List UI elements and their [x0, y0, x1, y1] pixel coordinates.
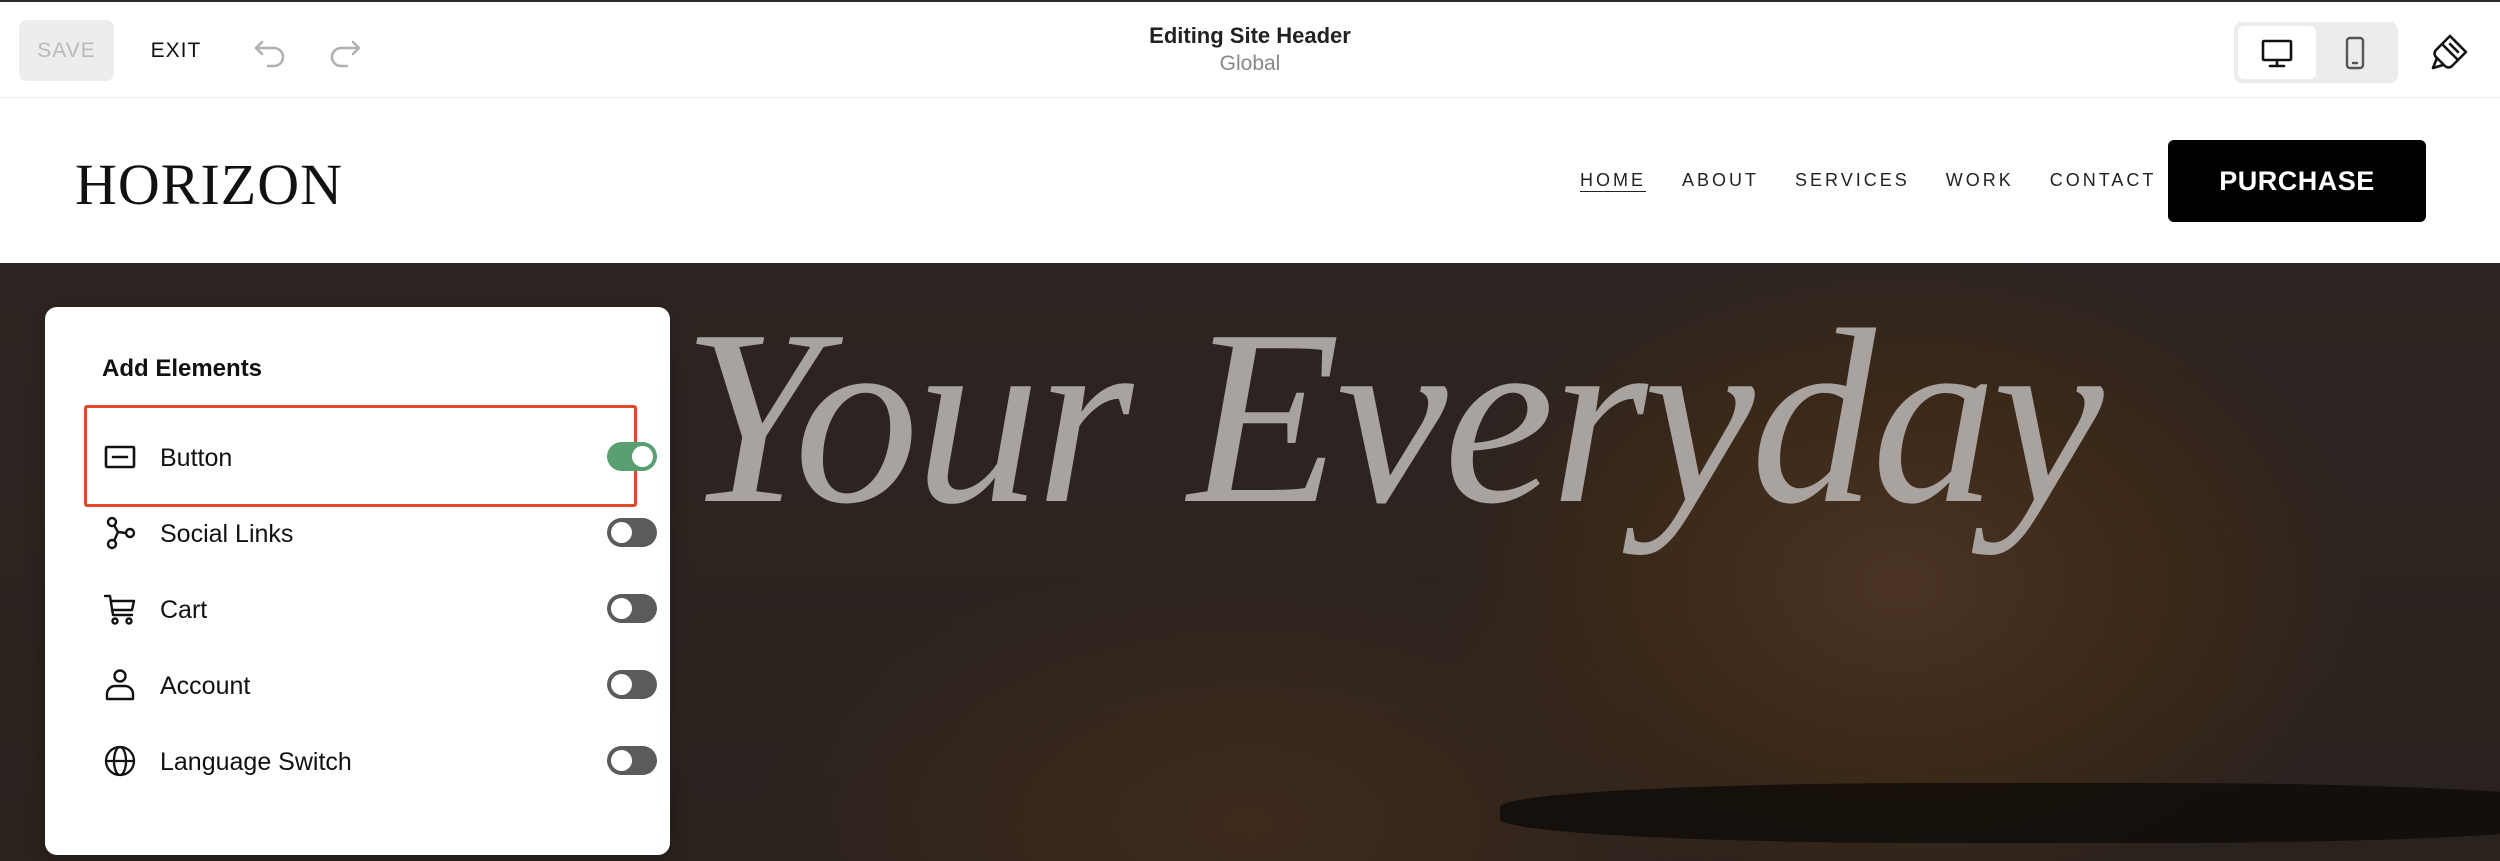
element-row-button[interactable]: Button	[102, 432, 657, 482]
element-label: Account	[160, 672, 251, 700]
person-icon	[102, 667, 138, 703]
social-links-toggle[interactable]	[607, 518, 657, 547]
device-preview-toggle	[2234, 22, 2398, 83]
element-label: Button	[160, 444, 233, 472]
button-icon	[102, 439, 138, 475]
element-row-social-links[interactable]: Social Links	[102, 508, 657, 558]
desktop-view-button[interactable]	[2238, 26, 2316, 79]
nav-link-contact[interactable]: CONTACT	[2050, 170, 2157, 191]
language-switch-toggle[interactable]	[607, 746, 657, 775]
site-header: HORIZON HOME ABOUT SERVICES WORK CONTACT…	[0, 98, 2500, 263]
element-row-cart[interactable]: Cart	[102, 584, 657, 634]
nav-link-work[interactable]: WORK	[1946, 170, 2014, 191]
site-logo[interactable]: HORIZON	[75, 151, 343, 218]
cart-icon	[102, 591, 138, 627]
save-button[interactable]: SAVE	[19, 20, 114, 81]
purchase-button[interactable]: PURCHASE	[2168, 140, 2426, 222]
button-toggle[interactable]	[607, 442, 657, 471]
element-row-language-switch[interactable]: Language Switch	[102, 736, 657, 786]
element-row-account[interactable]: Account	[102, 660, 657, 710]
editor-toolbar: SAVE EXIT Editing Site Header Global	[0, 0, 2500, 98]
site-nav: HOME ABOUT SERVICES WORK CONTACT	[1580, 170, 2192, 191]
element-label: Cart	[160, 596, 208, 624]
nav-link-about[interactable]: ABOUT	[1682, 170, 1759, 191]
nav-link-home[interactable]: HOME	[1580, 170, 1646, 191]
hero-image-detail	[1500, 783, 2500, 843]
globe-icon	[102, 743, 138, 779]
element-label: Language Switch	[160, 748, 352, 776]
desktop-icon	[2261, 39, 2293, 67]
cart-toggle[interactable]	[607, 594, 657, 623]
add-elements-panel: Add Elements Button Social Links Cart Ac…	[45, 307, 670, 855]
account-toggle[interactable]	[607, 670, 657, 699]
editor-title-block: Editing Site Header Global	[950, 22, 1550, 78]
mobile-icon	[2345, 36, 2365, 69]
undo-icon[interactable]	[250, 30, 290, 70]
nav-link-services[interactable]: SERVICES	[1795, 170, 1910, 191]
share-nodes-icon	[102, 515, 138, 551]
paintbrush-icon[interactable]	[2428, 30, 2472, 74]
mobile-view-button[interactable]	[2316, 26, 2394, 79]
exit-button[interactable]: EXIT	[146, 20, 206, 81]
editor-subtitle: Global	[1219, 52, 1281, 75]
redo-icon[interactable]	[325, 30, 365, 70]
editor-title: Editing Site Header	[1149, 23, 1351, 48]
element-label: Social Links	[160, 520, 294, 548]
panel-title: Add Elements	[102, 355, 263, 382]
